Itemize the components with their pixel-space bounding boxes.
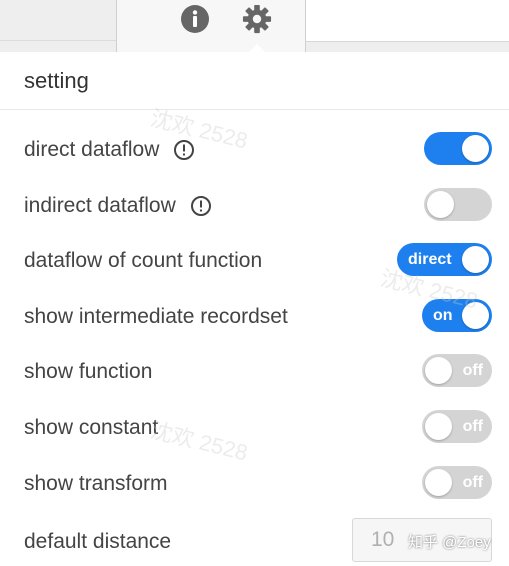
active-tab-group [116, 0, 306, 58]
gear-icon[interactable] [242, 4, 272, 34]
toggle-knob [462, 135, 489, 162]
toggle-knob [425, 469, 452, 496]
toggle-knob [425, 357, 452, 384]
setting-label: show constant [24, 416, 159, 439]
setting-label: direct dataflow [24, 138, 160, 161]
exclamation-circle-icon[interactable] [173, 139, 195, 161]
setting-row-show-function: show function off [0, 352, 509, 392]
setting-row-intermediate-recordset: show intermediate recordset on [0, 297, 509, 337]
count-function-dataflow-toggle[interactable]: direct [397, 243, 492, 276]
setting-row-count-function-dataflow: dataflow of count function direct [0, 241, 509, 281]
toggle-knob [462, 246, 489, 273]
toggle-knob [427, 191, 454, 218]
active-tab-caret [249, 44, 265, 52]
tab-strip-filler [306, 0, 509, 42]
setting-label: default distance [24, 530, 172, 553]
setting-row-indirect-dataflow: indirect dataflow [0, 186, 509, 226]
show-function-toggle[interactable]: off [422, 354, 492, 387]
show-transform-toggle[interactable]: off [422, 466, 492, 499]
setting-label: dataflow of count function [24, 249, 263, 272]
toggle-knob [462, 302, 489, 329]
setting-label: indirect dataflow [24, 194, 176, 217]
setting-label: show transform [24, 472, 168, 495]
info-icon[interactable] [180, 4, 210, 34]
watermark-credit: 知乎 @Zoey [408, 534, 491, 551]
setting-row-show-constant: show constant off [0, 408, 509, 448]
setting-label: show intermediate recordset [24, 305, 288, 328]
setting-label: show function [24, 360, 153, 383]
direct-dataflow-toggle[interactable] [424, 132, 492, 165]
top-tab-strip [0, 0, 509, 58]
panel-title: setting [24, 68, 89, 93]
intermediate-recordset-toggle[interactable]: on [422, 299, 492, 332]
tab-strip-divider [0, 40, 116, 41]
indirect-dataflow-toggle[interactable] [424, 188, 492, 221]
setting-row-direct-dataflow: direct dataflow [0, 130, 509, 170]
show-constant-toggle[interactable]: off [422, 410, 492, 443]
settings-panel: setting direct dataflow indirect dataflo… [0, 52, 509, 566]
toggle-knob [425, 413, 452, 440]
panel-divider [0, 109, 509, 110]
exclamation-circle-icon[interactable] [190, 195, 212, 217]
setting-row-show-transform: show transform off [0, 464, 509, 504]
